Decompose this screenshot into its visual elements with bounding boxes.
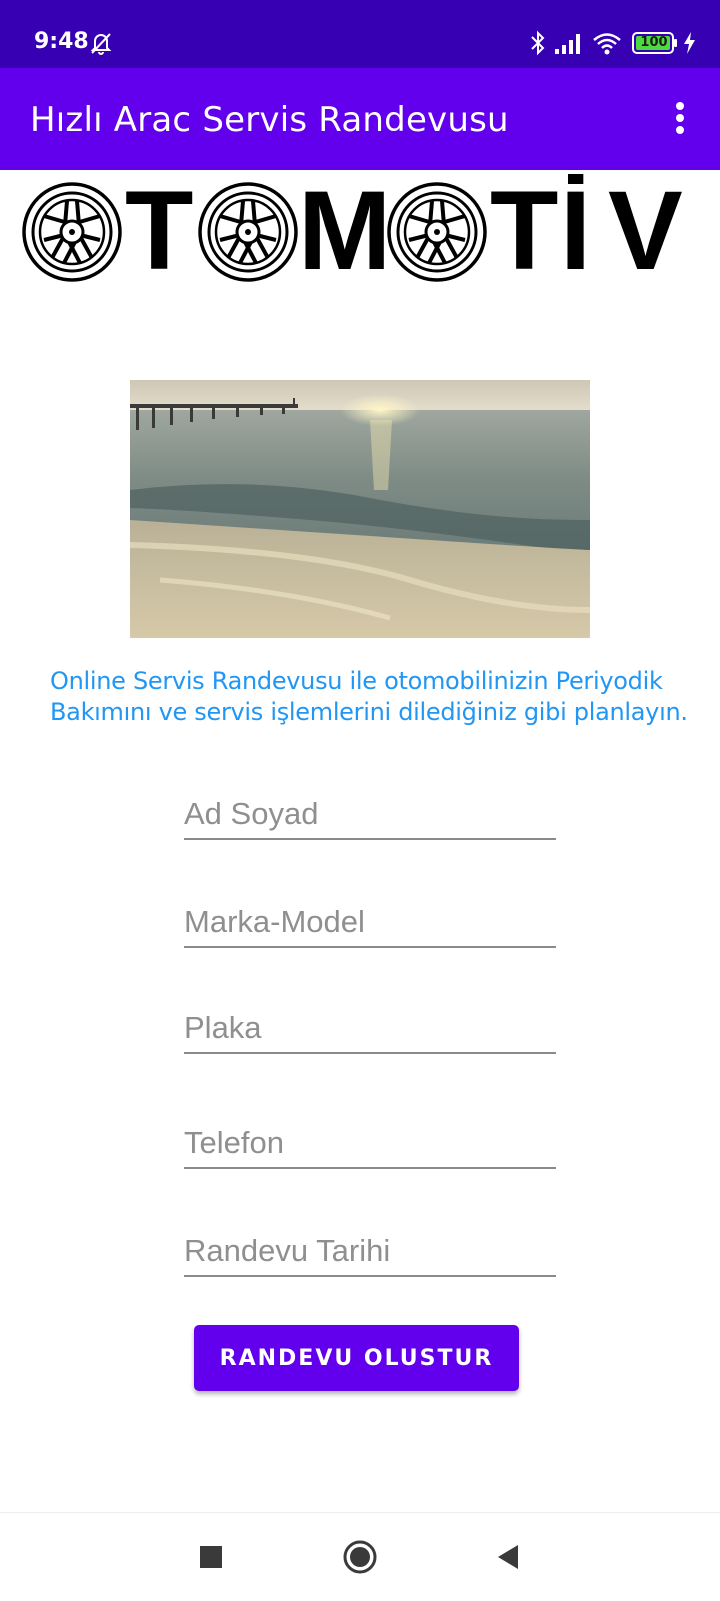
- name-input[interactable]: [184, 796, 556, 832]
- wheel-icon: [198, 182, 298, 282]
- navigation-bar: [0, 1512, 720, 1601]
- name-field-container: [184, 776, 556, 840]
- wheel-icon: [22, 182, 122, 282]
- logo-letter: T: [125, 174, 193, 289]
- phone-field-container: [184, 1105, 556, 1169]
- app-title: Hızlı Arac Servis Randevusu: [30, 100, 509, 140]
- logo-letter: M: [298, 174, 391, 289]
- back-triangle-icon[interactable]: [480, 1529, 536, 1585]
- status-bar: 9:48 100: [0, 0, 720, 68]
- plate-field-container: [184, 990, 556, 1054]
- status-time: 9:48: [34, 29, 89, 54]
- create-appointment-button[interactable]: RANDEVU OLUSTUR: [194, 1325, 519, 1391]
- battery-percent: 100: [640, 35, 668, 50]
- description-line-1: Online Servis Randevusu ile otomobiliniz…: [50, 667, 663, 695]
- logo-letter: V: [608, 174, 683, 289]
- logo-letter: T: [490, 174, 558, 289]
- alarm-off-icon: [90, 33, 112, 55]
- brand-field-container: [184, 884, 556, 948]
- brand-model-input[interactable]: [184, 904, 556, 940]
- bluetooth-icon: [531, 30, 545, 56]
- plate-input[interactable]: [184, 1010, 556, 1046]
- description-line-2: Bakımını ve servis işlemlerini dilediğin…: [50, 698, 688, 726]
- hero-image: [130, 380, 590, 638]
- otomotiv-logo: T M T İ V: [22, 174, 683, 289]
- wheel-icon: [387, 182, 487, 282]
- logo-letter: İ: [560, 174, 591, 289]
- more-vert-icon[interactable]: [656, 94, 704, 142]
- signal-icon: [555, 34, 580, 54]
- charging-icon: [684, 32, 695, 54]
- wifi-icon: [593, 33, 621, 55]
- appointment-date-input[interactable]: [184, 1233, 556, 1269]
- description-text: Online Servis Randevusu ile otomobiliniz…: [50, 666, 690, 728]
- recents-square-icon[interactable]: [183, 1529, 239, 1585]
- phone-input[interactable]: [184, 1125, 556, 1161]
- app-bar: Hızlı Arac Servis Randevusu: [0, 68, 720, 170]
- home-circle-icon[interactable]: [332, 1529, 388, 1585]
- date-field-container: [184, 1213, 556, 1277]
